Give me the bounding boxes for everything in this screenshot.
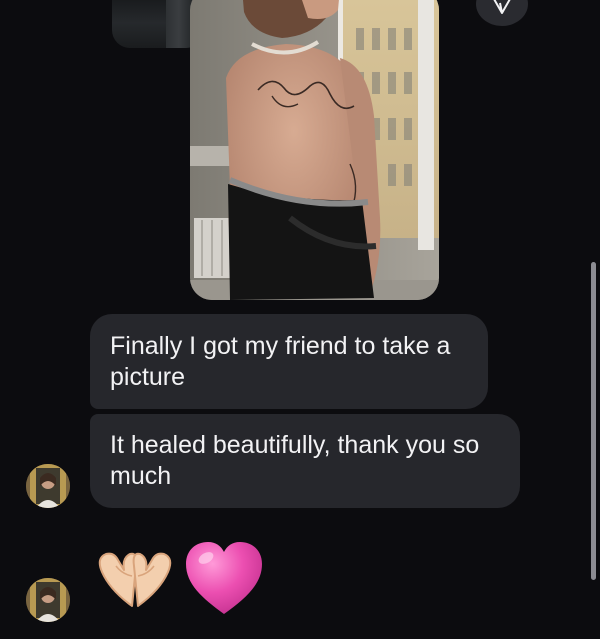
avatar-image	[26, 578, 70, 622]
photo-image	[190, 0, 439, 300]
avatar-image	[26, 464, 70, 508]
message-bubble[interactable]: It healed beautifully, thank you so much	[90, 414, 520, 508]
heart-hands-icon	[98, 552, 172, 607]
message-text: It healed beautifully, thank you so much	[110, 431, 480, 490]
share-arrow-icon	[492, 0, 512, 20]
pink-heart-icon	[186, 542, 262, 614]
photo-attachment[interactable]	[190, 0, 439, 300]
sender-avatar[interactable]	[26, 578, 70, 622]
share-button[interactable]	[476, 0, 528, 26]
message-text: Finally I got my friend to take a pictur…	[110, 331, 451, 391]
chat-thread: Finally I got my friend to take a pictur…	[0, 0, 600, 639]
scrollbar[interactable]	[591, 262, 596, 580]
heart-hands-emoji-message[interactable]	[92, 546, 178, 610]
sender-avatar[interactable]	[26, 464, 70, 508]
message-bubble[interactable]: Finally I got my friend to take a pictur…	[90, 314, 488, 409]
pink-heart-emoji-message[interactable]	[184, 540, 264, 618]
